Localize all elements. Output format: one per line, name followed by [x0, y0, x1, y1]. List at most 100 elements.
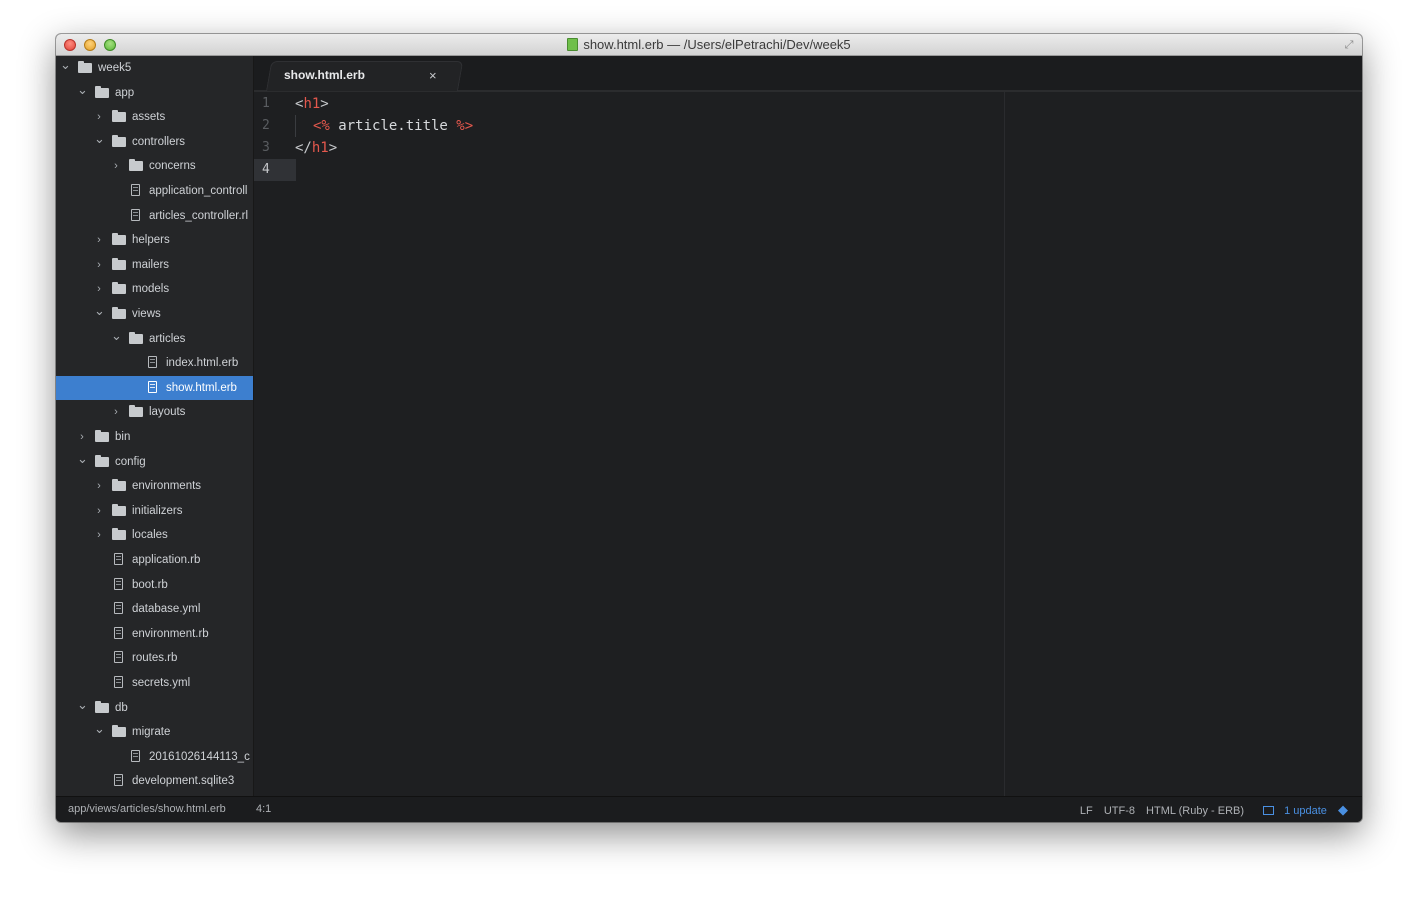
chevron-right-icon[interactable]: ›	[94, 474, 104, 498]
status-update-label: 1 update	[1284, 805, 1327, 817]
tree-item-label: show.html.erb	[166, 381, 237, 394]
status-grammar[interactable]: HTML (Ruby - ERB)	[1146, 805, 1244, 817]
chevron-down-icon[interactable]: ⌄	[111, 327, 122, 351]
file-icon	[114, 553, 123, 565]
tab-label[interactable]: show.html.erb	[284, 61, 365, 90]
chevron-down-icon[interactable]: ⌄	[94, 302, 105, 326]
tree-item-label: boot.rb	[132, 578, 168, 591]
tree-item-label: mailers	[132, 258, 170, 271]
file-icon	[131, 749, 140, 762]
status-line-ending[interactable]: LF	[1080, 805, 1093, 817]
tree-item-label: config	[115, 455, 146, 468]
tag-open: </	[295, 140, 312, 156]
code-line-3[interactable]: </h1>	[295, 137, 337, 159]
tree-item-label: db	[115, 701, 128, 714]
status-cursor-position[interactable]: 4:1	[256, 797, 271, 822]
tree-file-show-html-erb[interactable]: show.html.erb	[56, 375, 253, 400]
tree-folder-models[interactable]: › models	[56, 277, 253, 301]
tree-folder-initializers[interactable]: › initializers	[56, 499, 253, 523]
erb-open: <%	[313, 118, 330, 134]
tree-folder-layouts[interactable]: › layouts	[56, 400, 253, 424]
tree-folder-environments[interactable]: › environments	[56, 474, 253, 498]
tree-folder-config[interactable]: ⌄ config	[56, 450, 253, 474]
tree-file-articles-controller-rl[interactable]: articles_controller.rl	[56, 204, 253, 228]
tree-file-application-controll[interactable]: application_controll	[56, 179, 253, 203]
folder-icon	[129, 331, 143, 344]
tree-folder-views[interactable]: ⌄ views	[56, 302, 253, 326]
tree-file-secrets-yml[interactable]: secrets.yml	[56, 671, 253, 695]
chevron-down-icon[interactable]: ⌄	[60, 56, 71, 80]
chevron-down-icon[interactable]: ⌄	[94, 130, 105, 154]
tree-folder-db[interactable]: ⌄ db	[56, 696, 253, 720]
chevron-right-icon[interactable]: ›	[111, 400, 121, 424]
tree-folder-mailers[interactable]: › mailers	[56, 253, 253, 277]
tree-file-index-html-erb[interactable]: index.html.erb	[56, 351, 253, 375]
tab-close-icon[interactable]: ×	[429, 61, 437, 90]
tree-folder-articles[interactable]: ⌄ articles	[56, 327, 253, 351]
tree-file-boot-rb[interactable]: boot.rb	[56, 573, 253, 597]
editor-window: show.html.erb — /Users/elPetrachi/Dev/we…	[56, 34, 1362, 822]
chevron-right-icon[interactable]: ›	[94, 105, 104, 129]
tree-folder-concerns[interactable]: › concerns	[56, 154, 253, 178]
tree-file-environment-rb[interactable]: environment.rb	[56, 622, 253, 646]
fullscreen-icon[interactable]: ⤢	[1342, 38, 1356, 52]
folder-icon	[112, 233, 126, 246]
tree-folder-assets[interactable]: › assets	[56, 105, 253, 129]
chevron-down-icon[interactable]: ⌄	[94, 720, 105, 744]
tree-file-20161026144113-c[interactable]: 20161026144113_c	[56, 745, 253, 769]
file-icon	[114, 676, 123, 688]
code-editor[interactable]: 1 2 3 4 <h1> <% article.title %> </h1>	[254, 92, 1362, 796]
tree-folder-app[interactable]: ⌄ app	[56, 81, 253, 105]
folder-icon	[95, 85, 109, 98]
tree-file-database-yml[interactable]: database.yml	[56, 597, 253, 621]
tree-item-label: articles	[149, 332, 186, 345]
file-icon	[131, 208, 140, 221]
tree-item-label: locales	[132, 529, 168, 542]
tag-close: >	[328, 140, 338, 156]
chevron-right-icon[interactable]: ›	[94, 499, 104, 523]
tree-item-label: database.yml	[132, 603, 201, 616]
status-update-link[interactable]: 1 update	[1255, 805, 1327, 817]
tree-file-routes-rb[interactable]: routes.rb	[56, 646, 253, 670]
status-file-path[interactable]: app/views/articles/show.html.erb	[68, 797, 226, 822]
tree-folder-locales[interactable]: › locales	[56, 523, 253, 547]
tree-folder-bin[interactable]: › bin	[56, 425, 253, 449]
chevron-down-icon[interactable]: ⌄	[77, 696, 88, 720]
tree-folder-week5[interactable]: ⌄ week5	[56, 56, 253, 80]
chevron-right-icon[interactable]: ›	[94, 253, 104, 277]
chevron-right-icon[interactable]: ›	[111, 154, 121, 178]
file-tree: ⌄ week5 ⌄ app › assets ⌄ controllers › concerns ap…	[56, 56, 254, 796]
chevron-down-icon[interactable]: ⌄	[77, 450, 88, 474]
line-number-gutter: 1 2 3 4	[254, 92, 296, 796]
folder-icon	[112, 257, 126, 270]
tree-folder-controllers[interactable]: ⌄ controllers	[56, 130, 253, 154]
line-number-active: 4	[254, 159, 296, 181]
tree-item-label: initializers	[132, 504, 183, 517]
tree-file-development-sqlite3[interactable]: development.sqlite3	[56, 769, 253, 793]
tree-item-label: layouts	[149, 406, 186, 419]
tree-item-label: articles_controller.rl	[149, 209, 249, 222]
folder-icon	[95, 454, 109, 467]
chevron-right-icon[interactable]: ›	[94, 228, 104, 252]
chevron-down-icon[interactable]: ⌄	[77, 81, 88, 105]
tree-folder-migrate[interactable]: ⌄ migrate	[56, 720, 253, 744]
chevron-right-icon[interactable]: ›	[94, 523, 104, 547]
folder-icon	[112, 725, 126, 738]
file-icon	[131, 184, 140, 196]
status-encoding[interactable]: UTF-8	[1104, 805, 1135, 817]
file-icon	[567, 38, 579, 51]
chevron-right-icon[interactable]: ›	[77, 425, 87, 449]
tab-bar: show.html.erb ×	[254, 56, 1362, 92]
squirrel-icon[interactable]: ◆	[1338, 802, 1348, 817]
tree-file-application-rb[interactable]: application.rb	[56, 548, 253, 572]
tree-folder-helpers[interactable]: › helpers	[56, 228, 253, 252]
tree-item-label: development.sqlite3	[132, 775, 235, 788]
tree-item-label: helpers	[132, 234, 170, 247]
code-line-1[interactable]: <h1>	[295, 93, 329, 115]
tree-item-label: app	[115, 86, 135, 99]
chevron-right-icon[interactable]: ›	[94, 277, 104, 301]
code-line-2[interactable]: <% article.title %>	[313, 115, 473, 137]
erb-expression: article.title	[329, 118, 457, 134]
title-bar[interactable]: show.html.erb — /Users/elPetrachi/Dev/we…	[56, 34, 1362, 56]
tree-item-label: bin	[115, 431, 131, 443]
